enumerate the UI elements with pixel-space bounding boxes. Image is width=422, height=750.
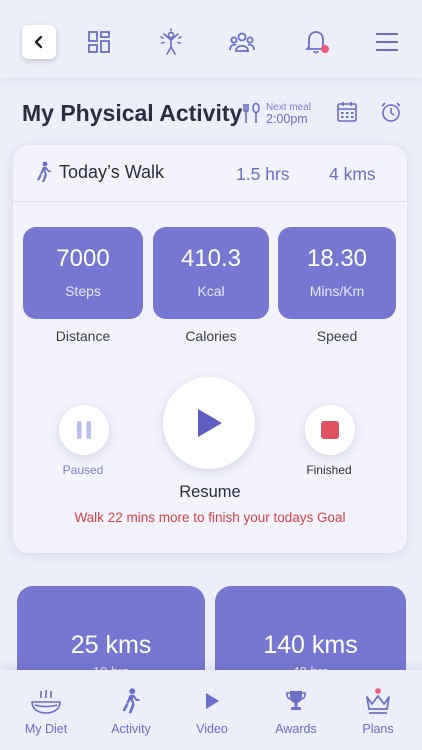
summary-1-value: 25 kms bbox=[70, 631, 152, 659]
divider bbox=[13, 201, 407, 202]
speed-value: 18.30 bbox=[306, 245, 368, 272]
next-meal-info: Next meal 2:00pm bbox=[266, 102, 311, 127]
diet-bowl-icon bbox=[4, 686, 88, 716]
page-title: My Physical Activity bbox=[22, 100, 243, 126]
calendar-icon[interactable] bbox=[336, 101, 358, 123]
nav-video[interactable]: Video bbox=[170, 670, 254, 750]
menu-icon[interactable] bbox=[374, 28, 400, 56]
calories-value: 410.3 bbox=[180, 245, 242, 272]
yoga-icon[interactable] bbox=[158, 28, 184, 56]
community-icon[interactable] bbox=[229, 28, 255, 56]
distance-label: Distance bbox=[55, 328, 111, 344]
calories-unit: Kcal bbox=[197, 283, 225, 299]
resume-label: Resume bbox=[179, 483, 241, 501]
steps-stat: 7000 Steps bbox=[23, 227, 143, 319]
fork-spoon-icon[interactable] bbox=[240, 102, 262, 124]
nav-activity-label: Activity bbox=[111, 722, 151, 736]
steps-value: 7000 bbox=[56, 245, 110, 272]
nav-plans[interactable]: Plans bbox=[336, 670, 420, 750]
nav-activity[interactable]: Activity bbox=[89, 670, 173, 750]
back-icon bbox=[34, 35, 43, 49]
notification-bell-icon[interactable] bbox=[303, 28, 329, 56]
dashboard-icon[interactable] bbox=[86, 28, 112, 56]
alarm-clock-icon[interactable] bbox=[380, 101, 402, 123]
play-icon bbox=[198, 409, 222, 437]
walking-icon bbox=[37, 161, 51, 182]
back-button[interactable] bbox=[22, 25, 56, 59]
nav-my-diet-label: My Diet bbox=[24, 722, 68, 736]
todays-walk-card: Today’s Walk 1.5 hrs 4 kms 7000 Steps 41… bbox=[13, 145, 407, 553]
nav-plans-label: Plans bbox=[362, 722, 394, 736]
bottom-nav-bar: My Diet Activity Video Awards Plans bbox=[0, 670, 422, 750]
stop-icon bbox=[321, 421, 339, 439]
pause-button[interactable] bbox=[59, 405, 109, 455]
notification-badge bbox=[321, 45, 329, 53]
stop-button[interactable] bbox=[305, 405, 355, 455]
resume-play-button[interactable] bbox=[163, 377, 255, 469]
calories-stat: 410.3 Kcal bbox=[153, 227, 269, 319]
nav-my-diet[interactable]: My Diet bbox=[4, 670, 88, 750]
walk-header: Today’s Walk bbox=[35, 161, 164, 183]
calories-label: Calories bbox=[185, 328, 237, 344]
walk-distance: 4 kms bbox=[329, 164, 376, 184]
goal-message: Walk 22 mins more to finish your todays … bbox=[74, 510, 346, 525]
walking-icon bbox=[89, 686, 173, 716]
summary-2-value: 140 kms bbox=[263, 631, 358, 659]
finished-label: Finished bbox=[306, 463, 352, 477]
walk-duration: 1.5 hrs bbox=[236, 164, 290, 184]
paused-label: Paused bbox=[62, 463, 104, 477]
pause-icon bbox=[77, 421, 91, 439]
nav-video-label: Video bbox=[196, 722, 228, 736]
walk-title: Today’s Walk bbox=[59, 161, 165, 182]
next-meal-time: 2:00pm bbox=[266, 112, 308, 126]
steps-unit: Steps bbox=[65, 283, 101, 299]
top-nav-bar bbox=[0, 0, 422, 78]
nav-awards-label: Awards bbox=[275, 722, 317, 736]
speed-stat: 18.30 Mins/Km bbox=[278, 227, 396, 319]
play-icon bbox=[170, 686, 254, 716]
speed-unit: Mins/Km bbox=[309, 283, 365, 299]
crown-icon bbox=[336, 686, 420, 716]
trophy-icon bbox=[254, 686, 338, 716]
speed-label: Speed bbox=[316, 328, 358, 344]
nav-awards[interactable]: Awards bbox=[254, 670, 338, 750]
